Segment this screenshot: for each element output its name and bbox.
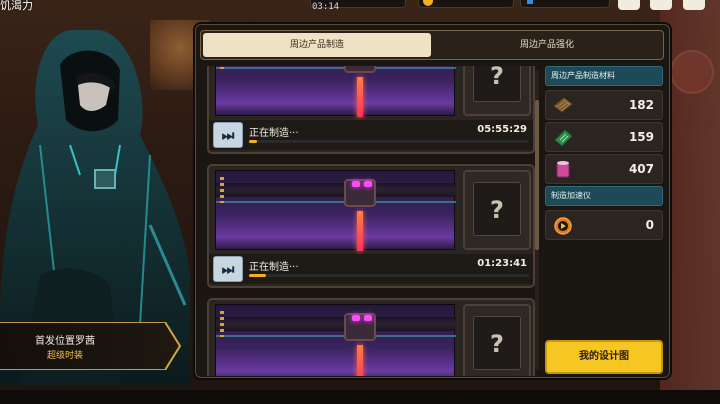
menu-button[interactable] xyxy=(650,0,672,10)
tab-enhance[interactable]: 周边产品强化 xyxy=(433,33,661,57)
material-row[interactable]: 182 xyxy=(545,90,663,120)
production-machine xyxy=(215,304,456,376)
machine-beam xyxy=(357,345,363,376)
material-count: 159 xyxy=(628,130,654,144)
accelerator-count: 0 xyxy=(645,218,654,232)
fast-forward-button[interactable]: ⏭ xyxy=(213,122,243,148)
production-card: ? ⏭ 正在制造··· 01:23:41 xyxy=(207,164,535,288)
circuit-board-icon xyxy=(554,129,573,147)
settings-button[interactable] xyxy=(683,0,705,10)
material-row[interactable]: 159 xyxy=(545,122,663,152)
machine-eye-icon xyxy=(364,181,372,187)
bottom-strip xyxy=(0,390,720,404)
accelerator-row[interactable]: 0 xyxy=(545,210,663,240)
status-text: 正在制造··· xyxy=(249,262,299,273)
status-row: ⏭ 正在制造··· 01:23:41 xyxy=(209,254,533,284)
production-card: ? ⏭ 正在制造··· 05:55:29 xyxy=(207,66,535,154)
machine-eye-icon xyxy=(352,315,360,321)
question-mark-icon: ? xyxy=(473,66,521,102)
product-slot[interactable]: ? xyxy=(463,66,531,116)
banner-subtitle: 超级时装 xyxy=(46,351,83,361)
material-row[interactable]: 407 xyxy=(545,154,663,184)
paint-bucket-icon xyxy=(556,161,570,178)
timer: 05:55:29 xyxy=(477,124,527,135)
production-list[interactable]: ? ⏭ 正在制造··· 05:55:29 ? ⏭ 正在制造··· 01:23:4… xyxy=(203,66,539,376)
machine-beam xyxy=(357,77,363,117)
scrollbar-thumb[interactable] xyxy=(535,100,539,250)
speedup-clock-icon xyxy=(554,217,572,235)
material-count: 182 xyxy=(628,98,654,112)
wood-plank-icon xyxy=(553,97,573,113)
status-row: ⏭ 正在制造··· 05:55:29 xyxy=(209,120,533,150)
progress-bar xyxy=(249,274,529,277)
clock-time: 03:14 xyxy=(312,2,340,12)
tab-manufacture[interactable]: 周边产品制造 xyxy=(203,33,431,57)
gem-currency-slot[interactable] xyxy=(520,0,610,8)
progress-fill xyxy=(249,140,258,143)
accelerator-header: 制造加速仪 xyxy=(545,186,663,206)
gem-icon xyxy=(527,0,533,4)
timer: 01:23:41 xyxy=(477,258,527,269)
tab-bar: 周边产品制造 周边产品强化 xyxy=(200,30,664,60)
materials-header: 周边产品制造材料 xyxy=(545,66,663,86)
question-mark-icon: ? xyxy=(473,182,521,236)
fast-forward-button[interactable]: ⏭ xyxy=(213,256,243,282)
machine-beam xyxy=(357,211,363,251)
gold-coin-icon xyxy=(423,0,433,6)
banner-chevron-icon xyxy=(165,322,181,370)
machine-core xyxy=(344,66,376,73)
machine-eye-icon xyxy=(352,181,360,187)
product-slot[interactable]: ? xyxy=(463,304,531,376)
material-count: 407 xyxy=(628,162,654,176)
banner-title: 首发位置罗茜 xyxy=(35,336,95,347)
top-title: 饥渴力 xyxy=(0,0,33,12)
question-mark-icon: ? xyxy=(473,316,521,370)
progress-fill xyxy=(249,274,266,277)
top-bar: 饥渴力 03:14 xyxy=(0,0,720,14)
machine-eye-icon xyxy=(364,315,372,321)
background-emblem xyxy=(670,50,714,94)
gold-currency-slot[interactable] xyxy=(418,0,514,8)
production-machine xyxy=(215,170,456,251)
product-slot[interactable]: ? xyxy=(463,170,531,250)
progress-bar xyxy=(249,140,529,143)
mail-button[interactable] xyxy=(618,0,640,10)
production-machine xyxy=(215,66,456,117)
my-blueprints-button[interactable]: 我的设计图 xyxy=(545,340,663,374)
production-card: ? xyxy=(207,298,535,376)
status-text: 正在制造··· xyxy=(249,128,299,139)
